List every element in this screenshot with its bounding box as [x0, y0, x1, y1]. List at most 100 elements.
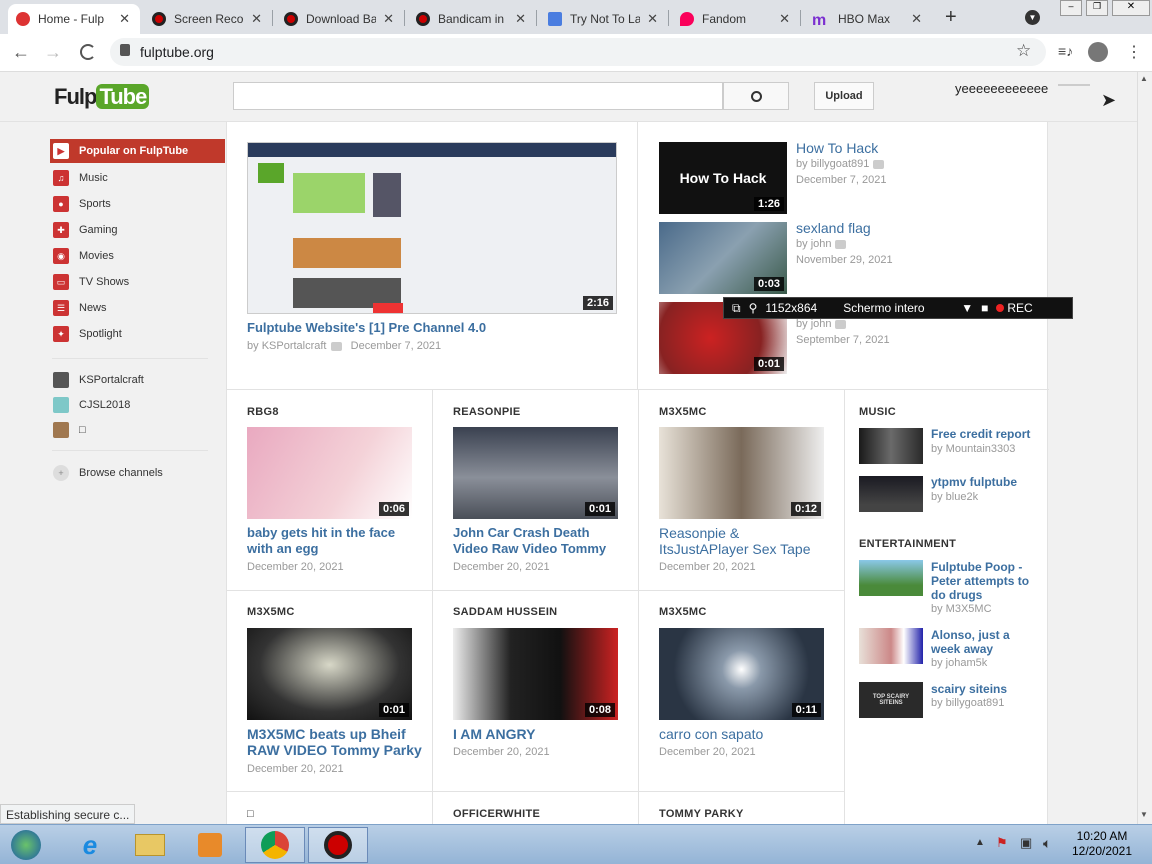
channel-name[interactable]: □	[247, 808, 254, 820]
video-thumbnail[interactable]	[859, 428, 923, 464]
upload-button[interactable]: Upload	[814, 82, 874, 110]
video-title[interactable]: sexland flag	[796, 220, 871, 236]
video-thumbnail[interactable]: 0:08	[453, 628, 618, 720]
show-hidden-icons[interactable]: ▲	[975, 837, 985, 848]
taskbar-bandicam[interactable]	[308, 827, 368, 863]
sidebar-sub-unknown[interactable]: □	[50, 418, 225, 442]
fulptube-logo[interactable]: Fulp Tube	[54, 84, 150, 110]
tab-hbo-max[interactable]: m HBO Max ✕	[804, 4, 932, 34]
video-thumbnail[interactable]: 0:01	[247, 628, 412, 720]
video-title[interactable]: Fulptube Poop - Peter attempts to do dru…	[931, 560, 1041, 602]
channel-name[interactable]: M3X5MC	[659, 406, 707, 418]
video-thumbnail[interactable]: 0:03	[659, 222, 787, 294]
menu-kebab-icon[interactable]: ⋮	[1126, 42, 1142, 62]
lock-icon[interactable]	[120, 44, 130, 56]
tab-screen-recorder[interactable]: Screen Recorder ✕	[144, 4, 272, 34]
video-thumbnail[interactable]: 0:01	[453, 427, 618, 519]
video-thumbnail[interactable]: How To Hack 1:26	[659, 142, 787, 214]
sidebar-item-popular[interactable]: ▶ Popular on FulpTube	[50, 139, 225, 163]
video-title[interactable]: I AM ANGRY	[453, 726, 623, 742]
sidebar-item-movies[interactable]: ◉ Movies	[50, 244, 225, 268]
sidebar-browse-channels[interactable]: + Browse channels	[50, 461, 225, 485]
close-window-icon[interactable]: ✕	[1112, 0, 1150, 16]
omnibox[interactable]: fulptube.org ☆	[110, 38, 1046, 66]
featured-title[interactable]: Fulptube Website's [1] Pre Channel 4.0	[247, 320, 627, 336]
video-thumbnail[interactable]	[859, 628, 923, 664]
media-queue-icon[interactable]: ≡♪	[1058, 43, 1073, 59]
sidebar-item-music[interactable]: ♫ Music	[50, 166, 225, 190]
video-title[interactable]: Alonso, just a week away	[931, 628, 1041, 656]
start-button[interactable]	[0, 827, 52, 863]
forward-icon[interactable]: →	[44, 42, 62, 63]
video-title[interactable]: scairy siteins	[931, 682, 1041, 696]
close-tab-icon[interactable]: ✕	[515, 11, 526, 27]
close-tab-icon[interactable]: ✕	[119, 11, 130, 27]
close-tab-icon[interactable]: ✕	[779, 11, 790, 27]
video-title[interactable]: Free credit report	[931, 427, 1041, 441]
zoom-icon[interactable]: ⚲	[749, 301, 758, 315]
bookmark-star-icon[interactable]: ☆	[1016, 41, 1031, 61]
video-title[interactable]: How To Hack	[796, 140, 878, 156]
video-title[interactable]: M3X5MC beats up Bheif RAW VIDEO Tommy Pa…	[247, 726, 422, 758]
video-title[interactable]: ytpmv fulptube	[931, 475, 1041, 489]
video-thumbnail[interactable]	[859, 560, 923, 596]
close-tab-icon[interactable]: ✕	[647, 11, 658, 27]
search-input[interactable]	[233, 82, 723, 110]
channel-name[interactable]: OFFICERWHITE	[453, 808, 540, 820]
rec-button[interactable]: REC	[996, 301, 1033, 315]
close-tab-icon[interactable]: ✕	[911, 11, 922, 27]
channel-name[interactable]: SADDAM HUSSEIN	[453, 606, 557, 618]
vertical-scrollbar[interactable]: ▲ ▼	[1137, 72, 1152, 824]
taskbar-chrome[interactable]	[245, 827, 305, 863]
channel-name[interactable]: M3X5MC	[247, 606, 295, 618]
sidebar-item-tv-shows[interactable]: ▭ TV Shows	[50, 270, 225, 294]
video-thumbnail[interactable]: TOP SCAIRY SITEINS	[859, 682, 923, 718]
close-tab-icon[interactable]: ✕	[383, 11, 394, 27]
camera-icon[interactable]: ■	[981, 301, 988, 315]
sidebar-item-gaming[interactable]: ✚ Gaming	[50, 218, 225, 242]
video-thumbnail[interactable]: 0:12	[659, 427, 824, 519]
video-thumbnail[interactable]: 0:06	[247, 427, 412, 519]
taskbar-explorer[interactable]	[122, 827, 178, 863]
channel-name[interactable]: M3X5MC	[659, 606, 707, 618]
search-button[interactable]	[723, 82, 789, 110]
video-thumbnail[interactable]: 0:11	[659, 628, 824, 720]
featured-thumbnail[interactable]: 2:16	[247, 142, 617, 314]
video-title[interactable]: Reasonpie & ItsJustAPlayer Sex Tape	[659, 525, 829, 557]
back-icon[interactable]: ←	[12, 42, 30, 63]
tab-download-bandicam[interactable]: Download Bandicam ✕	[276, 4, 404, 34]
close-tab-icon[interactable]: ✕	[251, 11, 262, 27]
scroll-up-icon[interactable]: ▲	[1140, 74, 1148, 83]
sidebar-item-news[interactable]: ☰ News	[50, 296, 225, 320]
video-title[interactable]: baby gets hit in the face with an egg	[247, 525, 417, 557]
tab-fandom[interactable]: Fandom ✕	[672, 4, 800, 34]
taskbar-media[interactable]	[182, 827, 238, 863]
tab-home-fulptube[interactable]: Home - FulpTube ✕	[8, 4, 140, 34]
volume-icon[interactable]: 🔈︎	[1043, 835, 1051, 852]
taskbar-ie[interactable]: e	[62, 827, 118, 863]
channel-name[interactable]: TOMMY PARKY	[659, 808, 744, 820]
user-menu-toggle[interactable]	[1058, 84, 1090, 94]
window-mode-icon[interactable]: ⧉	[732, 301, 741, 316]
sidebar-sub-cjsl2018[interactable]: CJSL2018	[50, 393, 225, 417]
video-title[interactable]: John Car Crash Death Video Raw Video Tom…	[453, 525, 623, 557]
username[interactable]: yeeeeeeeeeeee	[955, 81, 1048, 96]
video-thumbnail[interactable]	[859, 476, 923, 512]
channel-name[interactable]: RBG8	[247, 406, 279, 418]
dropdown-icon[interactable]: ▼	[961, 301, 973, 315]
channel-name[interactable]: REASONPIE	[453, 406, 521, 418]
loading-spinner-icon[interactable]	[80, 44, 96, 60]
author-link[interactable]: KSPortalcraft	[262, 340, 327, 352]
minimize-icon[interactable]: –	[1060, 0, 1082, 16]
system-clock[interactable]: 10:20 AM 12/20/2021	[1068, 829, 1136, 859]
video-title[interactable]: carro con sapato	[659, 726, 829, 742]
url-text[interactable]: fulptube.org	[140, 44, 214, 60]
profile-avatar-icon[interactable]	[1088, 42, 1108, 62]
restore-icon[interactable]: ❐	[1086, 0, 1108, 16]
action-center-flag-icon[interactable]: ⚑	[996, 835, 1008, 851]
scroll-down-icon[interactable]: ▼	[1140, 810, 1148, 819]
sidebar-item-spotlight[interactable]: ✦ Spotlight	[50, 322, 225, 346]
tab-search-icon[interactable]: ▼	[1025, 10, 1040, 25]
sidebar-item-sports[interactable]: ● Sports	[50, 192, 225, 216]
sidebar-sub-ksportalcraft[interactable]: KSPortalcraft	[50, 368, 225, 392]
